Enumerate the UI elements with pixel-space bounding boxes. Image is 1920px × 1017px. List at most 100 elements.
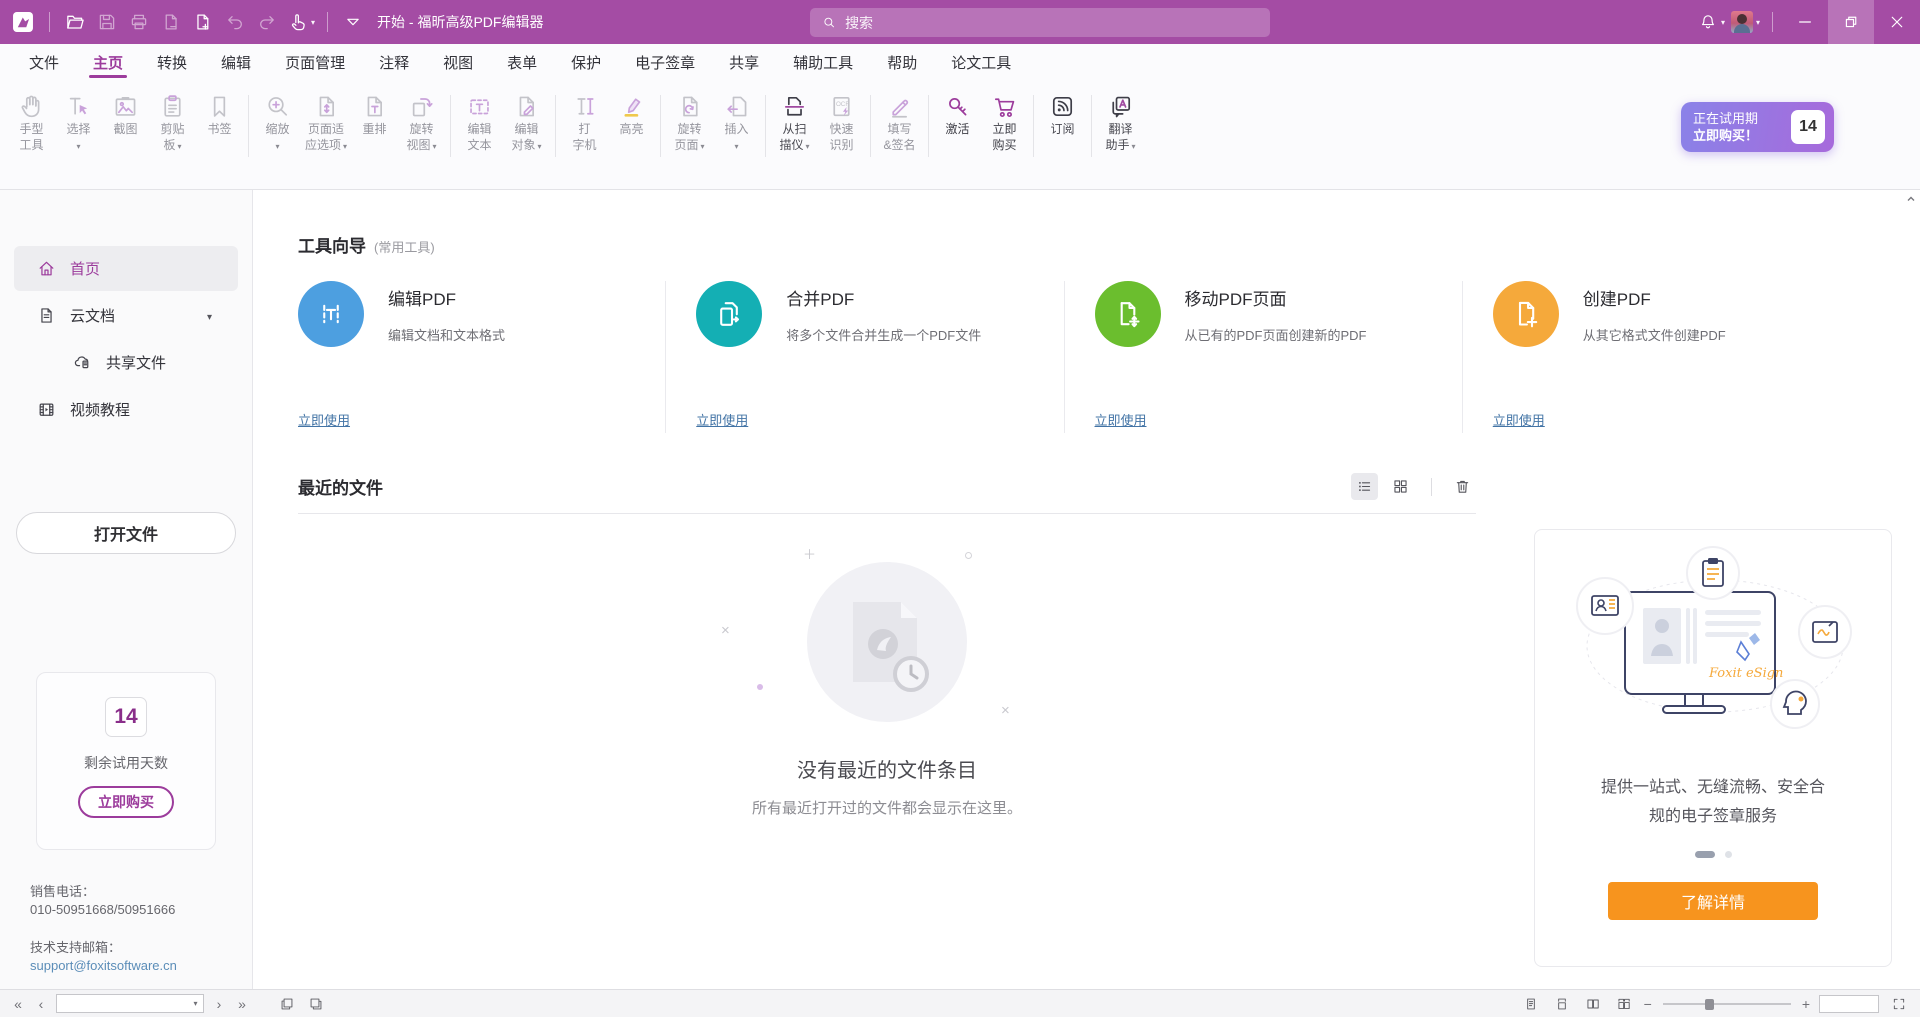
ribbon-fill-sign-button[interactable]: 填写&签名 bbox=[876, 85, 923, 153]
menu-item-10[interactable]: 共享 bbox=[712, 44, 776, 80]
menu-item-3[interactable]: 编辑 bbox=[204, 44, 268, 80]
minimize-button[interactable] bbox=[1782, 0, 1828, 44]
ribbon-label: 页面适 bbox=[308, 121, 344, 137]
close-button[interactable] bbox=[1874, 0, 1920, 44]
ribbon-typewriter-button[interactable]: 打字机 bbox=[561, 85, 608, 153]
new-document-button[interactable] bbox=[187, 6, 219, 38]
page-number-box[interactable] bbox=[56, 994, 204, 1013]
menu-item-8[interactable]: 保护 bbox=[554, 44, 618, 80]
snapshot-view-button[interactable] bbox=[276, 994, 298, 1014]
menu-item-6[interactable]: 视图 bbox=[426, 44, 490, 80]
menu-item-5[interactable]: 注释 bbox=[362, 44, 426, 80]
ribbon-zoom-button[interactable]: 缩放 bbox=[254, 85, 301, 153]
menu-item-0[interactable]: 文件 bbox=[12, 44, 76, 80]
menu-item-4[interactable]: 页面管理 bbox=[268, 44, 362, 80]
collapse-ribbon-button[interactable] bbox=[337, 6, 369, 38]
ribbon-fit-page-button[interactable]: 页面适应选项 bbox=[301, 85, 351, 153]
menu-item-2[interactable]: 转换 bbox=[140, 44, 204, 80]
use-now-link[interactable]: 立即使用 bbox=[1493, 410, 1545, 429]
zoom-level-box[interactable] bbox=[1819, 995, 1879, 1013]
clear-recent-button[interactable] bbox=[1449, 473, 1476, 500]
ribbon-edit-text-button[interactable]: 编辑文本 bbox=[456, 85, 503, 153]
search-box[interactable] bbox=[810, 8, 1270, 37]
zoom-in-button[interactable] bbox=[1802, 996, 1810, 1012]
promo-text-line2: 规的电子签章服务 bbox=[1601, 802, 1825, 831]
notifications-button[interactable] bbox=[1695, 6, 1728, 38]
sidebar-item-1[interactable]: 云文档 bbox=[0, 293, 252, 338]
ribbon-group-divider bbox=[450, 95, 451, 157]
prev-page-button[interactable] bbox=[33, 996, 49, 1012]
ribbon-select-button[interactable]: 选择 bbox=[55, 85, 102, 153]
menu-item-1[interactable]: 主页 bbox=[76, 44, 140, 80]
ribbon-ocr-button[interactable]: OCR快速识别 bbox=[818, 85, 865, 153]
support-email-link[interactable]: support@foxitsoftware.cn bbox=[30, 957, 252, 975]
sidebar-item-3[interactable]: 视频教程 bbox=[0, 387, 252, 432]
restore-button[interactable] bbox=[1828, 0, 1874, 44]
menu-item-9[interactable]: 电子签章 bbox=[618, 44, 712, 80]
minimize-icon bbox=[1795, 12, 1815, 32]
open-file-button[interactable]: 打开文件 bbox=[16, 512, 236, 554]
duplicate-view-button[interactable] bbox=[305, 994, 327, 1014]
touch-mode-button[interactable] bbox=[283, 6, 318, 38]
use-now-link[interactable]: 立即使用 bbox=[1095, 410, 1147, 429]
sidebar-item-2[interactable]: 共享文件 bbox=[0, 340, 252, 385]
caret-down-icon bbox=[1721, 17, 1725, 27]
edit-object-icon bbox=[512, 92, 541, 121]
open-file-button[interactable] bbox=[59, 6, 91, 38]
page-list-caret-icon[interactable] bbox=[188, 995, 203, 1012]
ribbon-rotate-view-button[interactable]: 旋转视图 bbox=[398, 85, 445, 153]
ribbon-subscribe-button[interactable]: 订阅 bbox=[1039, 85, 1086, 153]
trial-badge-button[interactable]: 正在试用期 立即购买！ 14 bbox=[1681, 102, 1834, 152]
tools-section-subtitle: (常用工具) bbox=[374, 237, 435, 256]
continuous-view-button[interactable] bbox=[1551, 994, 1573, 1014]
menu-item-7[interactable]: 表单 bbox=[490, 44, 554, 80]
ribbon-group-divider bbox=[555, 95, 556, 157]
scrollbar-up-arrow[interactable] bbox=[1906, 194, 1916, 204]
fit-screen-button[interactable] bbox=[1888, 994, 1910, 1014]
buy-now-button[interactable]: 立即购买 bbox=[78, 786, 174, 818]
ribbon-reflow-button[interactable]: 重排 bbox=[351, 85, 398, 153]
zoom-out-button[interactable] bbox=[1644, 996, 1652, 1012]
use-now-link[interactable]: 立即使用 bbox=[696, 410, 748, 429]
last-page-button[interactable] bbox=[234, 996, 250, 1012]
menu-item-13[interactable]: 论文工具 bbox=[934, 44, 1028, 80]
tool-card-text: 创建PDF从其它格式文件创建PDF bbox=[1583, 281, 1726, 344]
search-input[interactable] bbox=[845, 15, 1259, 31]
ribbon-rotate-page-button[interactable]: 旋转页面 bbox=[666, 85, 713, 153]
continuous-facing-view-button[interactable] bbox=[1613, 994, 1635, 1014]
facing-view-button[interactable] bbox=[1582, 994, 1604, 1014]
single-page-view-button[interactable] bbox=[1520, 994, 1542, 1014]
menu-item-11[interactable]: 辅助工具 bbox=[776, 44, 870, 80]
fill-sign-icon bbox=[885, 92, 914, 121]
typewriter-icon bbox=[570, 92, 599, 121]
caret-down-icon bbox=[538, 137, 542, 153]
ribbon-insert-button[interactable]: 插入 bbox=[713, 85, 760, 153]
ribbon-activate-button[interactable]: 激活 bbox=[934, 85, 981, 153]
ribbon-clipboard-button[interactable]: 剪贴板 bbox=[149, 85, 196, 153]
ribbon-bookmark-button[interactable]: 书签 bbox=[196, 85, 243, 153]
ribbon-cart-button[interactable]: 立即购买 bbox=[981, 85, 1028, 153]
list-view-toggle[interactable] bbox=[1351, 473, 1378, 500]
learn-more-button[interactable]: 了解详情 bbox=[1608, 882, 1818, 920]
sidebar-item-0[interactable]: 首页 bbox=[14, 246, 238, 291]
trial-days-label: 剩余试用天数 bbox=[84, 753, 168, 773]
page-number-input[interactable] bbox=[57, 997, 188, 1011]
ribbon-highlight-button[interactable]: 高亮 bbox=[608, 85, 655, 153]
ribbon-translate-button[interactable]: 翻译助手 bbox=[1097, 85, 1144, 153]
ribbon-edit-object-button[interactable]: 编辑对象 bbox=[503, 85, 550, 153]
first-page-button[interactable] bbox=[10, 996, 26, 1012]
zoom-slider[interactable] bbox=[1663, 997, 1791, 1011]
ribbon-hand-button[interactable]: 手型工具 bbox=[8, 85, 55, 153]
carousel-dot-active[interactable] bbox=[1695, 851, 1715, 858]
account-button[interactable] bbox=[1728, 6, 1763, 38]
ribbon-snapshot-button[interactable]: 截图 bbox=[102, 85, 149, 153]
ribbon-scanner-button[interactable]: 从扫描仪 bbox=[771, 85, 818, 153]
zoom-slider-track bbox=[1663, 1003, 1791, 1005]
use-now-link[interactable]: 立即使用 bbox=[298, 410, 350, 429]
zoom-slider-thumb[interactable] bbox=[1705, 999, 1714, 1010]
grid-view-toggle[interactable] bbox=[1387, 473, 1414, 500]
menu-item-12[interactable]: 帮助 bbox=[870, 44, 934, 80]
ribbon-label: 打 bbox=[579, 121, 591, 137]
next-page-button[interactable] bbox=[211, 996, 227, 1012]
carousel-dot[interactable] bbox=[1725, 851, 1732, 858]
